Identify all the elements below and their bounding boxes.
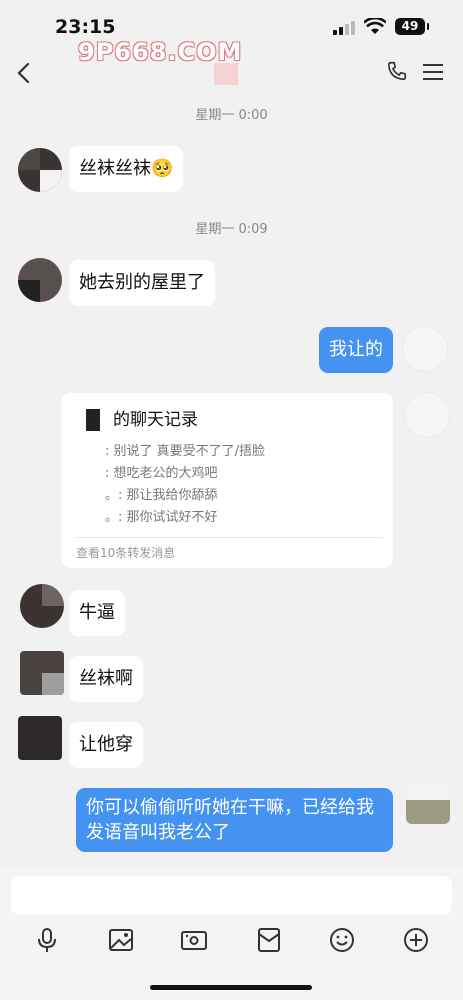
battery-indicator: 49 bbox=[395, 18, 429, 35]
forwarded-title: 的聊天记录 bbox=[113, 410, 198, 430]
message-bubble[interactable]: 丝袜丝袜🥺 bbox=[69, 146, 184, 192]
timestamp: 星期一 0:00 bbox=[195, 108, 268, 123]
status-time: 23:15 bbox=[55, 16, 116, 38]
phone-call-icon[interactable] bbox=[386, 60, 408, 82]
message-bubble[interactable]: 让他穿 bbox=[69, 722, 143, 768]
home-indicator bbox=[150, 985, 312, 990]
forwarded-chat-card[interactable]: 的聊天记录 : 别说了 真要受不了了/捂脸 : 想吃老公的大鸡吧 。: 那让我给… bbox=[61, 393, 393, 568]
divider bbox=[76, 537, 383, 538]
wifi-icon bbox=[364, 18, 386, 34]
contact-name-blurred bbox=[214, 63, 238, 85]
avatar[interactable] bbox=[20, 651, 64, 695]
message-bubble[interactable]: 牛逼 bbox=[69, 590, 125, 636]
menu-icon[interactable] bbox=[423, 64, 443, 80]
image-icon[interactable] bbox=[107, 926, 135, 954]
camera-icon[interactable] bbox=[180, 926, 208, 954]
composer bbox=[0, 868, 463, 1000]
message-bubble-self[interactable]: 你可以偷偷听听她在干嘛，已经给我发语音叫我老公了 bbox=[76, 788, 393, 852]
forwarded-line: 。: 那让我给你舔舔 bbox=[105, 488, 218, 503]
plus-icon[interactable] bbox=[402, 926, 430, 954]
blurred-name bbox=[86, 409, 100, 431]
forwarded-line: : 别说了 真要受不了了/捂脸 bbox=[105, 444, 266, 459]
avatar[interactable] bbox=[18, 258, 62, 302]
back-arrow-icon[interactable] bbox=[14, 62, 36, 84]
avatar-self[interactable] bbox=[402, 326, 448, 372]
emoji-icon[interactable] bbox=[328, 926, 356, 954]
avatar[interactable] bbox=[18, 716, 62, 760]
avatar-self[interactable] bbox=[406, 780, 450, 824]
message-input[interactable] bbox=[11, 876, 452, 915]
message-bubble[interactable]: 丝袜啊 bbox=[69, 656, 143, 702]
timestamp: 星期一 0:09 bbox=[195, 222, 268, 237]
avatar[interactable] bbox=[18, 148, 62, 192]
view-forwarded-link[interactable]: 查看10条转发消息 bbox=[76, 544, 175, 561]
avatar-self[interactable] bbox=[404, 392, 450, 438]
avatar[interactable] bbox=[20, 584, 64, 628]
message-bubble-self[interactable]: 我让的 bbox=[319, 327, 393, 373]
microphone-icon[interactable] bbox=[33, 926, 61, 954]
cellular-signal-icon bbox=[333, 21, 357, 35]
forwarded-line: : 想吃老公的大鸡吧 bbox=[105, 466, 218, 481]
message-bubble[interactable]: 她去别的屋里了 bbox=[69, 260, 215, 306]
red-packet-icon[interactable] bbox=[255, 926, 283, 954]
forwarded-line: 。: 那你试试好不好 bbox=[105, 510, 218, 525]
